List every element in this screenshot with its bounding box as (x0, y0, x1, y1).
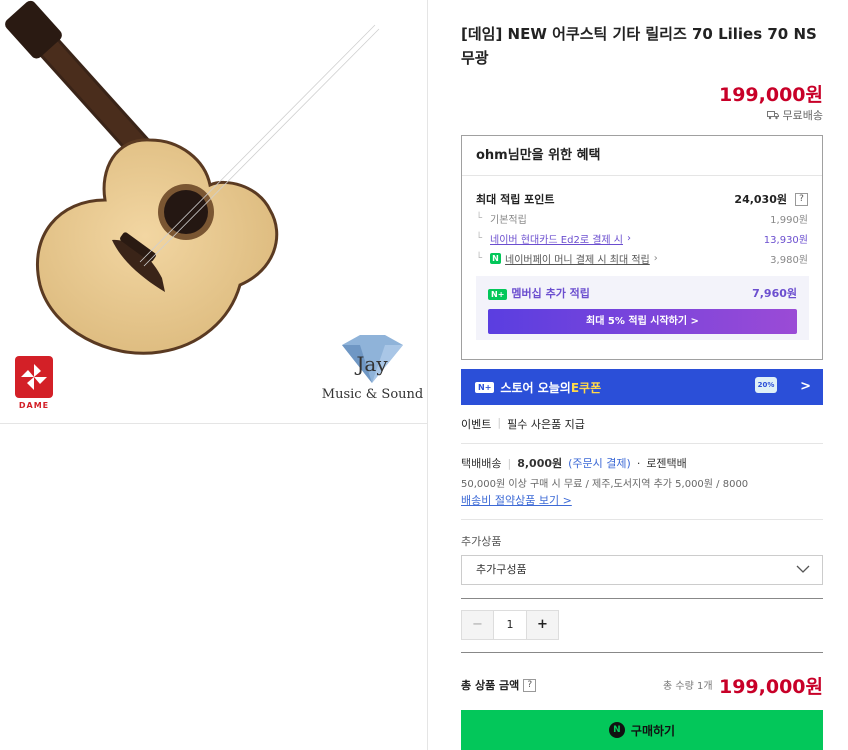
total-label-row: 총 상품 금액 ? (461, 677, 537, 693)
delivery-fee: 8,000원 (517, 457, 563, 470)
points-row-basic: └ 기본적립 1,990원 (476, 213, 808, 226)
nplus-badge: N+ (488, 289, 508, 300)
product-image[interactable]: DAME Jay Music & Sound (0, 0, 428, 424)
benefit-header: ohm님만을 위한 혜택 (462, 136, 822, 176)
benefit-box: ohm님만을 위한 혜택 최대 적립 포인트 24,030원 ? └ 기본적립 1… (461, 135, 823, 360)
jay-logo-caption: Music & Sound (321, 387, 424, 402)
total-label: 총 상품 금액 (461, 679, 520, 692)
divider (461, 519, 823, 520)
shipping-saving-link[interactable]: 배송비 절약상품 보기 > (461, 492, 572, 508)
delivery-type: 택배배송 (461, 457, 502, 470)
membership-value: 7,960원 (752, 287, 797, 300)
truck-icon (766, 111, 779, 120)
delivery-carrier: 로젠택배 (646, 457, 687, 470)
divider (461, 652, 823, 653)
max-points-value: 24,030원 (734, 193, 787, 206)
max-points-row: 최대 적립 포인트 24,030원 ? (476, 191, 808, 207)
points-row-label[interactable]: 네이버 현대카드 Ed2로 결제 시 (490, 231, 623, 246)
quantity-stepper: − 1 + (461, 610, 559, 640)
pinwheel-icon (15, 356, 53, 398)
quantity-plus-button[interactable]: + (526, 611, 558, 639)
help-icon[interactable]: ? (523, 678, 537, 692)
product-title: [데임] NEW 어쿠스틱 기타 릴리즈 70 Lilies 70 NS 무광 (461, 25, 817, 67)
chevron-down-icon (796, 565, 810, 573)
points-row-npay[interactable]: └ N 네이버페이 머니 결제 시 최대 적립 › 3,980원 (476, 251, 808, 266)
points-row-value: 3,980원 (770, 255, 808, 266)
addon-select[interactable]: 추가구성품 (461, 555, 823, 585)
membership-label: 멤버십 추가 적립 (511, 287, 590, 300)
diamond-icon: Jay (342, 335, 403, 383)
event-row: 이벤트 | 필수 사은품 지급 (461, 416, 585, 432)
jay-music-logo: Jay Music & Sound (320, 335, 425, 415)
chevron-right-icon: › (653, 253, 658, 264)
product-price: 199,000원 (718, 84, 823, 106)
membership-start-button[interactable]: 최대 5% 적립 시작하기 > (488, 309, 797, 334)
points-row-label: 기본적립 (490, 215, 527, 226)
dame-logo-text: DAME (18, 401, 50, 410)
total-count: 총 수량 1개 (663, 681, 713, 692)
separator: | (507, 456, 512, 470)
shipping-badge: 무료배송 (766, 107, 823, 123)
separator: | (497, 416, 502, 429)
coupon-banner[interactable]: N+ 스토어 오늘의 E쿠폰 20% > (461, 369, 823, 405)
delivery-condition: 50,000원 이상 구매 시 무료 / 제주,도서지역 추가 5,000원 /… (461, 479, 749, 490)
points-row-card[interactable]: └ 네이버 현대카드 Ed2로 결제 시 › 13,930원 (476, 231, 808, 246)
dame-logo: DAME (15, 356, 53, 412)
max-points-label: 최대 적립 포인트 (476, 193, 555, 206)
shipping-badge-text: 무료배송 (782, 109, 823, 122)
total-price: 199,000원 (718, 676, 823, 698)
product-gallery: DAME Jay Music & Sound (0, 0, 428, 750)
delivery-fee-note: (주문시 결제) (568, 457, 631, 470)
npay-icon: N (490, 253, 502, 264)
points-row-value: 13,930원 (763, 235, 808, 246)
naver-pay-icon: N (608, 722, 625, 738)
event-text: 필수 사은품 지급 (507, 418, 585, 431)
addon-label: 추가상품 (461, 535, 502, 548)
membership-panel: N+ 멤버십 추가 적립 7,960원 최대 5% 적립 시작하기 > (476, 276, 809, 340)
coupon-ticket-icon: 20% (755, 377, 777, 393)
buy-button-label: 구매하기 (630, 723, 676, 738)
divider (461, 598, 823, 599)
coupon-highlight: E쿠폰 (570, 380, 602, 395)
help-icon[interactable]: ? (795, 192, 808, 206)
divider (461, 443, 823, 444)
separator-dot: · (636, 456, 641, 470)
chevron-right-icon: › (626, 233, 631, 244)
delivery-row: 택배배송 | 8,000원 (주문시 결제) · 로젠택배 (461, 455, 687, 471)
membership-row: N+ 멤버십 추가 적립 7,960원 (488, 285, 797, 301)
points-row-label[interactable]: 네이버페이 머니 결제 시 최대 적립 (505, 251, 650, 266)
nplus-badge: N+ (475, 381, 495, 393)
coupon-text: 스토어 오늘의 (500, 380, 571, 395)
event-label: 이벤트 (461, 418, 492, 431)
buy-button[interactable]: N 구매하기 (461, 710, 823, 750)
quantity-input[interactable]: 1 (494, 611, 526, 639)
chevron-right-icon: > (800, 379, 811, 394)
quantity-minus-button[interactable]: − (462, 611, 494, 639)
addon-select-value: 추가구성품 (476, 563, 527, 576)
points-row-value: 1,990원 (770, 215, 808, 226)
jay-logo-text: Jay (354, 352, 388, 376)
